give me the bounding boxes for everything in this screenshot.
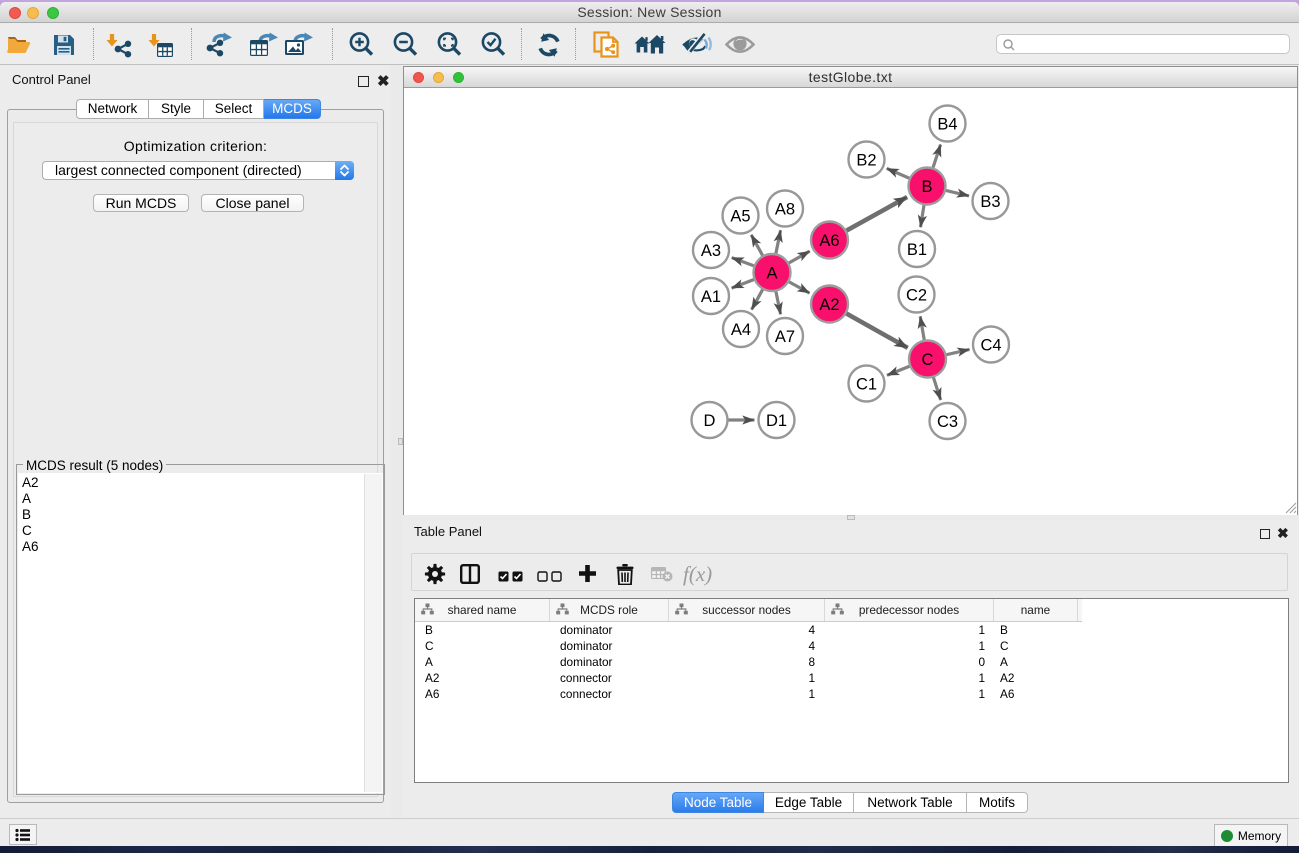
svg-text:B2: B2 bbox=[856, 152, 876, 170]
svg-text:D1: D1 bbox=[766, 412, 787, 430]
svg-text:A7: A7 bbox=[775, 328, 795, 346]
svg-text:A8: A8 bbox=[775, 201, 795, 219]
svg-text:B3: B3 bbox=[980, 193, 1000, 211]
svg-text:A4: A4 bbox=[731, 321, 751, 339]
svg-text:A5: A5 bbox=[730, 208, 750, 226]
svg-text:D: D bbox=[704, 412, 716, 430]
svg-text:A3: A3 bbox=[701, 242, 721, 260]
svg-text:C: C bbox=[922, 351, 934, 369]
svg-text:B: B bbox=[921, 178, 932, 196]
svg-text:A: A bbox=[766, 265, 777, 283]
svg-text:A2: A2 bbox=[819, 296, 839, 314]
svg-text:C1: C1 bbox=[856, 376, 877, 394]
svg-text:C4: C4 bbox=[980, 337, 1001, 355]
svg-text:B1: B1 bbox=[907, 241, 927, 259]
svg-text:C2: C2 bbox=[906, 287, 927, 305]
svg-text:A6: A6 bbox=[819, 232, 839, 250]
svg-text:C3: C3 bbox=[937, 413, 958, 431]
svg-text:B4: B4 bbox=[937, 116, 957, 134]
svg-text:A1: A1 bbox=[701, 288, 721, 306]
